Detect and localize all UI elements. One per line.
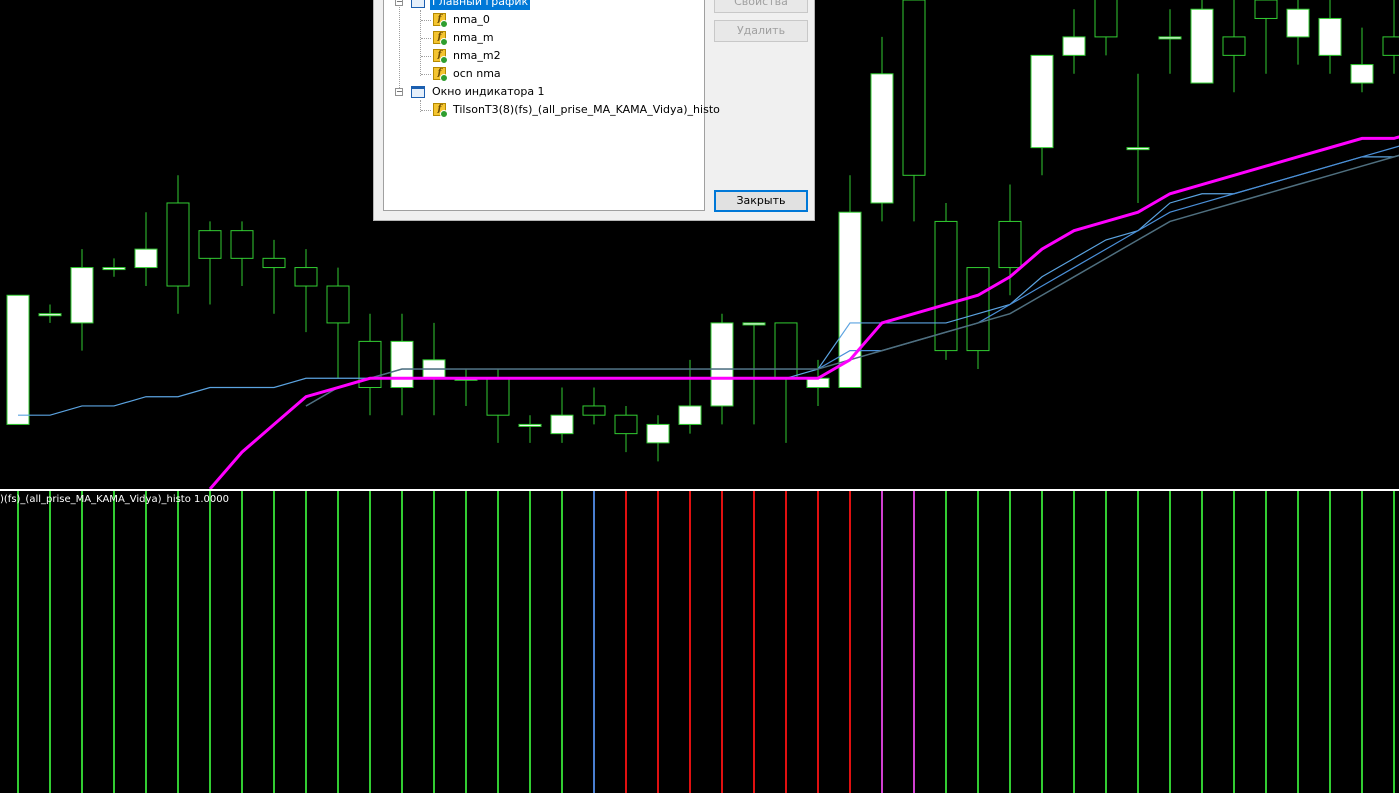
candle[interactable] (166, 202, 190, 287)
window-icon (411, 86, 425, 98)
candle[interactable] (870, 73, 894, 204)
tree-item-main-chart[interactable]: − Главный график (384, 0, 704, 10)
candle[interactable] (550, 414, 574, 435)
candle[interactable] (294, 267, 318, 287)
indicator-icon: f (433, 67, 448, 82)
indicator-tree[interactable]: − Главный график f nma_0 f nma_m f nma_m… (383, 0, 720, 211)
candle[interactable] (902, 0, 926, 176)
candle[interactable] (1318, 17, 1342, 56)
collapse-icon[interactable]: − (395, 0, 403, 6)
candle[interactable] (614, 414, 638, 435)
tree-item-indicator-window-1[interactable]: − Окно индикатора 1 (384, 84, 704, 100)
indicator-icon: f (433, 103, 448, 118)
indicator-icon: f (433, 31, 448, 46)
candle[interactable] (1126, 147, 1150, 151)
indicator-icon: f (433, 13, 448, 28)
candle[interactable] (1094, 0, 1118, 38)
candle[interactable] (134, 248, 158, 269)
candle[interactable] (102, 267, 126, 271)
candle[interactable] (742, 322, 766, 326)
candle[interactable] (70, 267, 94, 324)
tree-item-label: nma_0 (453, 13, 490, 26)
collapse-icon[interactable]: − (395, 88, 403, 96)
candle[interactable] (678, 405, 702, 425)
subwindow-indicator-label: )(fs)_(all_prise_MA_KAMA_Vidya)_histo 1.… (0, 494, 230, 505)
candle[interactable] (1030, 54, 1054, 149)
candle[interactable] (1350, 64, 1374, 84)
tree-item-label: Окно индикатора 1 (432, 85, 545, 98)
candle[interactable] (6, 294, 30, 425)
candle[interactable] (1190, 8, 1214, 84)
candle[interactable] (934, 220, 958, 352)
window-icon (411, 0, 425, 8)
tree-item-label: Главный график (430, 0, 531, 10)
close-button[interactable]: Закрыть (714, 190, 808, 212)
tree-item-label: nma_m2 (453, 49, 501, 62)
candle[interactable] (1254, 0, 1278, 19)
tree-item-label: nma_m (453, 31, 494, 44)
candle[interactable] (262, 257, 286, 269)
tree-item-nma-m[interactable]: f nma_m (384, 30, 704, 46)
candle[interactable] (486, 377, 510, 416)
candle[interactable] (390, 340, 414, 389)
tree-item-nma-0[interactable]: f nma_0 (384, 12, 704, 28)
candle[interactable] (230, 230, 254, 259)
tree-item-label: ocn nma (453, 67, 501, 80)
indicator-subwindow[interactable] (0, 491, 1399, 793)
candle[interactable] (582, 405, 606, 416)
tree-item-ocn-nma[interactable]: f ocn nma (384, 66, 704, 82)
candle[interactable] (1222, 36, 1246, 56)
candle[interactable] (646, 423, 670, 444)
candle[interactable] (966, 267, 990, 352)
candle[interactable] (774, 322, 798, 379)
candle[interactable] (998, 220, 1022, 269)
candle[interactable] (198, 230, 222, 259)
delete-button[interactable]: Удалить (714, 20, 808, 42)
indicators-list-dialog: − Главный график f nma_0 f nma_m f nma_m… (373, 0, 815, 221)
tree-item-tilson-t3[interactable]: f TilsonT3(8)(fs)_(all_prise_MA_KAMA_Vid… (384, 102, 720, 118)
indicator-icon: f (433, 49, 448, 64)
candle[interactable] (1062, 36, 1086, 56)
candle[interactable] (710, 322, 734, 407)
candle[interactable] (38, 313, 62, 317)
candle[interactable] (1382, 36, 1399, 56)
properties-button[interactable]: Свойства (714, 0, 808, 13)
candle[interactable] (1158, 36, 1182, 40)
candle[interactable] (1286, 8, 1310, 38)
tree-item-nma-m2[interactable]: f nma_m2 (384, 48, 704, 64)
tree-item-label: TilsonT3(8)(fs)_(all_prise_MA_KAMA_Vidya… (453, 103, 720, 116)
candle[interactable] (326, 285, 350, 324)
candle[interactable] (518, 423, 542, 427)
